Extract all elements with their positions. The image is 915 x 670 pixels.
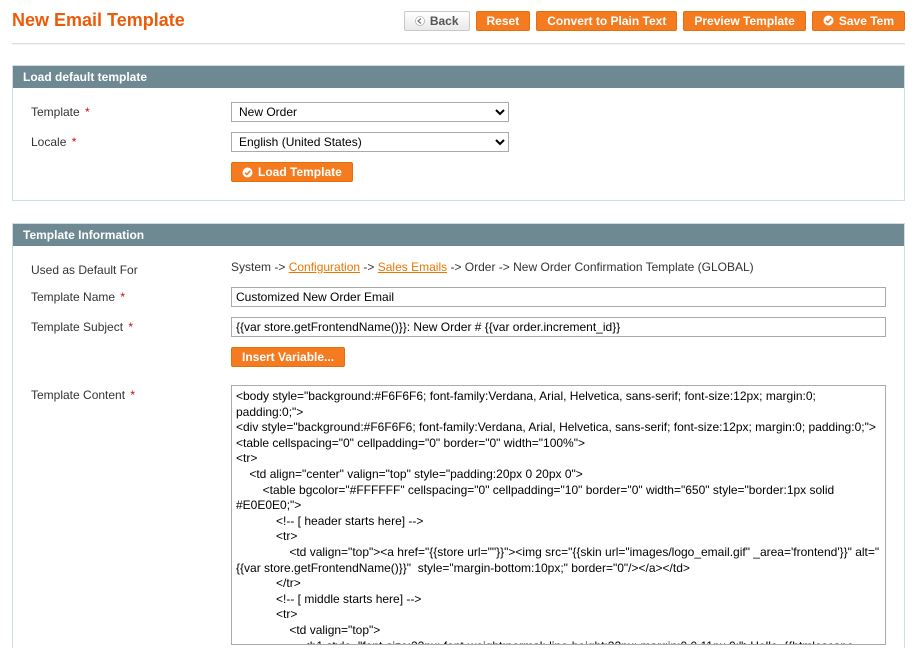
- check-icon: [242, 167, 253, 178]
- back-button[interactable]: Back: [404, 11, 470, 31]
- load-template-heading: Load default template: [13, 66, 904, 88]
- template-subject-input[interactable]: [231, 317, 886, 337]
- check-icon: [823, 15, 834, 26]
- convert-button[interactable]: Convert to Plain Text: [536, 11, 677, 31]
- insert-variable-label: Insert Variable...: [242, 350, 334, 364]
- reset-button-label: Reset: [487, 14, 520, 28]
- preview-button-label: Preview Template: [694, 14, 795, 28]
- used-as-label: Used as Default For: [31, 260, 231, 277]
- crumb-system: System: [231, 260, 271, 274]
- template-label: Template *: [31, 102, 231, 119]
- page-title: New Email Template: [12, 10, 185, 31]
- header-divider: [12, 43, 905, 45]
- load-template-section: Load default template Template * New Ord…: [12, 65, 905, 201]
- locale-label: Locale *: [31, 132, 231, 149]
- template-info-section: Template Information Used as Default For…: [12, 223, 905, 648]
- save-button[interactable]: Save Tem: [812, 11, 905, 31]
- crumb-sales-link[interactable]: Sales Emails: [378, 260, 447, 274]
- page-header: New Email Template Back Reset Convert to…: [12, 10, 905, 31]
- breadcrumb: System -> Configuration -> Sales Emails …: [231, 260, 886, 274]
- back-button-label: Back: [430, 14, 459, 28]
- button-bar: Back Reset Convert to Plain Text Preview…: [404, 11, 905, 31]
- template-subject-label: Template Subject *: [31, 317, 231, 334]
- template-select[interactable]: New Order: [231, 102, 509, 122]
- template-name-label: Template Name *: [31, 287, 231, 304]
- template-name-input[interactable]: [231, 287, 886, 307]
- locale-select[interactable]: English (United States): [231, 132, 509, 152]
- template-info-heading: Template Information: [13, 224, 904, 246]
- template-content-label: Template Content *: [31, 385, 231, 402]
- save-button-label: Save Tem: [839, 14, 894, 28]
- load-template-button[interactable]: Load Template: [231, 162, 353, 182]
- preview-button[interactable]: Preview Template: [683, 11, 806, 31]
- crumb-config-link[interactable]: Configuration: [289, 260, 360, 274]
- insert-variable-button[interactable]: Insert Variable...: [231, 347, 345, 367]
- crumb-order: Order: [465, 260, 496, 274]
- load-template-button-label: Load Template: [258, 165, 342, 179]
- reset-button[interactable]: Reset: [476, 11, 531, 31]
- template-content-textarea[interactable]: [231, 385, 886, 645]
- convert-button-label: Convert to Plain Text: [547, 14, 666, 28]
- back-arrow-icon: [415, 16, 425, 26]
- crumb-tail: New Order Confirmation Template (GLOBAL): [513, 260, 754, 274]
